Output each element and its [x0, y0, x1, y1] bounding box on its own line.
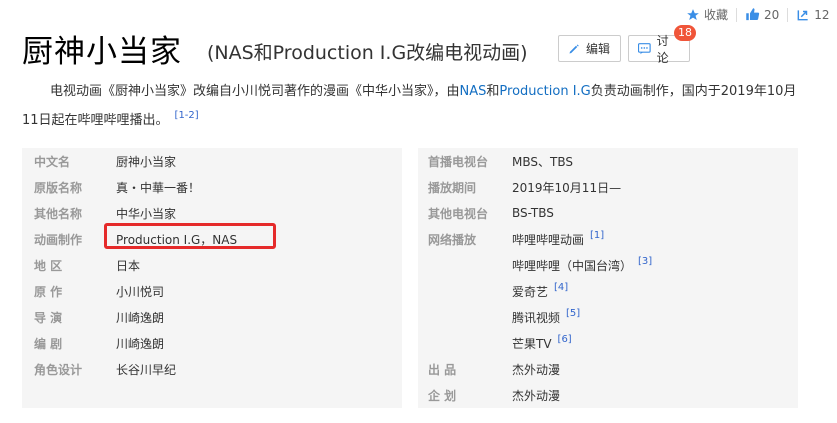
info-row: 编 剧 川崎逸朗	[22, 330, 402, 356]
edit-button[interactable]: 编辑	[558, 35, 621, 62]
info-row: 其他电视台 BS-TBS	[418, 200, 798, 226]
info-key: 原版名称	[34, 180, 83, 195]
info-row: 网络播放 哔哩哔哩动画 [1]	[418, 226, 798, 252]
info-row: 芒果TV [6]	[418, 330, 798, 356]
summary-text: 和	[486, 84, 500, 99]
info-column-right: 首播电视台 MBS、TBS 播放期间 2019年10月11日— 其他电视台 BS-TB…	[418, 148, 798, 408]
like-count: 20	[764, 7, 780, 22]
reference-link[interactable]: [4]	[554, 282, 568, 293]
info-key: 首播电视台	[428, 154, 489, 169]
info-value: 中华小当家	[116, 206, 177, 221]
info-value: 芒果TV [6]	[512, 334, 572, 352]
info-value: MBS、TBS	[512, 154, 573, 169]
info-column-left: 中文名 厨神小当家 原版名称 真・中華一番！ 其他名称 中华小当家 动画制作 Produ…	[22, 148, 402, 408]
info-row: 导 演 川崎逸朗	[22, 304, 402, 330]
divider	[736, 7, 738, 22]
info-value: 厨神小当家	[116, 154, 177, 169]
info-row: 首播电视台 MBS、TBS	[418, 148, 798, 174]
discuss-count-badge: 18	[674, 25, 696, 41]
info-value: 长谷川早纪	[116, 362, 177, 377]
info-row: 出 品 杰外动漫	[418, 356, 798, 382]
info-row: 播放期间 2019年10月11日—	[418, 174, 798, 200]
platform-name: 哔哩哔哩（中国台湾）	[512, 259, 633, 273]
info-value: 杰外动漫	[512, 388, 561, 403]
star-icon	[687, 8, 699, 20]
reference-link[interactable]: [5]	[566, 308, 580, 319]
reference-link[interactable]: [3]	[638, 256, 652, 267]
reference-link[interactable]: [1-2]	[175, 110, 199, 121]
info-row-empty	[22, 382, 402, 408]
info-key: 中文名	[34, 154, 71, 169]
info-value: 川崎逸朗	[116, 336, 165, 351]
info-value: 川崎逸朗	[116, 310, 165, 325]
info-value: 哔哩哔哩（中国台湾） [3]	[512, 256, 652, 274]
info-key: 原 作	[34, 284, 63, 299]
pencil-icon	[569, 44, 579, 53]
top-actions-bar: 收藏 20 12	[686, 6, 830, 23]
link-production-ig[interactable]: Production I.G	[499, 84, 590, 99]
reference-link[interactable]: [6]	[558, 334, 572, 345]
page-subtitle: (NAS和Production I.G改编电视动画)	[207, 42, 528, 64]
info-key: 其他电视台	[428, 206, 489, 221]
info-row: 哔哩哔哩（中国台湾） [3]	[418, 252, 798, 278]
info-value: 小川悦司	[116, 284, 165, 299]
thumbs-up-icon	[746, 8, 760, 21]
platform-name: 腾讯视频	[512, 311, 561, 325]
info-row: 爱奇艺 [4]	[418, 278, 798, 304]
favorite-button[interactable]: 收藏	[686, 6, 728, 23]
summary-text: 电视动画《厨神小当家》改编自小川悦司著作的漫画《中华小当家》，由	[50, 84, 460, 99]
page-title: 厨神小当家	[22, 34, 182, 70]
info-value: 日本	[116, 258, 141, 273]
info-row: 地 区 日本	[22, 252, 402, 278]
info-key: 编 剧	[34, 336, 63, 351]
info-row: 中文名 厨神小当家	[22, 148, 402, 174]
info-key: 出 品	[428, 362, 457, 377]
info-row: 原 作 小川悦司	[22, 278, 402, 304]
favorite-label: 收藏	[704, 8, 729, 22]
info-key: 企 划	[428, 388, 457, 403]
platform-name: 芒果TV	[512, 337, 552, 351]
info-value: 2019年10月11日—	[512, 180, 622, 195]
info-value: BS-TBS	[512, 206, 554, 220]
divider	[787, 7, 789, 22]
info-key: 动画制作	[34, 232, 83, 247]
reference-link[interactable]: [1]	[590, 230, 604, 241]
info-value: 哔哩哔哩动画 [1]	[512, 230, 604, 248]
chat-icon	[638, 42, 651, 54]
info-value: 腾讯视频 [5]	[512, 308, 580, 326]
link-nas[interactable]: NAS	[460, 84, 487, 99]
edit-label: 编辑	[586, 42, 611, 56]
info-key: 其他名称	[34, 206, 83, 221]
share-button[interactable]: 12	[796, 7, 830, 22]
info-value: 爱奇艺 [4]	[512, 282, 568, 300]
baike-page: 收藏 20 12 厨神小当家 (NAS和Production I.G改编电视动画…	[0, 0, 837, 423]
link-bilibili[interactable]: 哔哩哔哩动画	[512, 233, 584, 247]
info-key: 角色设计	[34, 362, 83, 377]
info-row: 腾讯视频 [5]	[418, 304, 798, 330]
info-row: 角色设计 长谷川早纪	[22, 356, 402, 382]
info-key: 播放期间	[428, 180, 477, 195]
share-icon	[797, 9, 808, 20]
info-value: 真・中華一番！	[116, 180, 201, 195]
info-key: 网络播放	[428, 232, 477, 247]
info-key: 地 区	[34, 258, 63, 273]
highlight-box	[104, 223, 276, 249]
info-row: 原版名称 真・中華一番！	[22, 174, 402, 200]
share-count: 12	[814, 7, 830, 22]
lemma-summary: 电视动画《厨神小当家》改编自小川悦司著作的漫画《中华小当家》，由NAS和Prod…	[22, 80, 812, 133]
info-key: 导 演	[34, 310, 63, 325]
like-button[interactable]: 20	[745, 7, 779, 22]
info-value: 杰外动漫	[512, 362, 561, 377]
platform-name: 爱奇艺	[512, 285, 549, 299]
info-row: 企 划 杰外动漫	[418, 382, 798, 408]
